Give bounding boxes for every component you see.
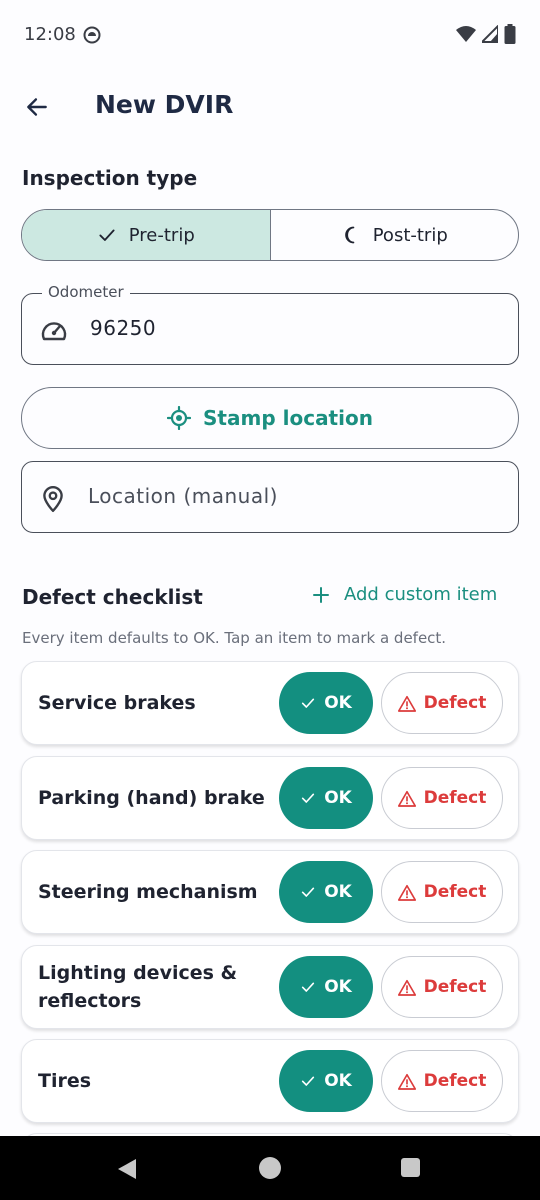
nav-back-icon[interactable]	[117, 1158, 137, 1180]
warning-icon	[397, 979, 416, 996]
ok-label: OK	[324, 977, 352, 997]
checklist-item[interactable]: Parking (hand) brake OK Defect	[21, 756, 519, 840]
defect-button[interactable]: Defect	[381, 767, 503, 829]
checklist-item-label: Tires	[38, 1070, 92, 1092]
system-nav-bar	[0, 1136, 540, 1200]
ok-label: OK	[324, 1071, 352, 1091]
checklist-item[interactable]: Lighting devices & reflectors OK Defect	[21, 945, 519, 1029]
odometer-label: Odometer	[42, 283, 130, 301]
defect-checklist-heading: Defect checklist	[22, 585, 203, 609]
app-notification-icon	[83, 26, 101, 44]
segment-post-trip[interactable]: Post-trip	[271, 210, 519, 260]
add-custom-item-label: Add custom item	[344, 584, 498, 605]
ok-label: OK	[324, 788, 352, 808]
warning-icon	[397, 790, 416, 807]
ok-button[interactable]: OK	[279, 956, 373, 1018]
back-button[interactable]	[14, 84, 60, 130]
checklist-item-label: Lighting devices & reflectors	[38, 962, 238, 1012]
segment-pre-trip-label: Pre-trip	[128, 224, 195, 246]
defect-button[interactable]: Defect	[381, 861, 503, 923]
checklist-item-label: Parking (hand) brake	[38, 787, 265, 809]
stamp-location-button[interactable]: Stamp location	[21, 387, 519, 449]
defect-label: Defect	[423, 977, 487, 997]
speedometer-icon	[41, 322, 67, 341]
ok-button[interactable]: OK	[279, 861, 373, 923]
warning-icon	[397, 695, 416, 712]
inspection-type-selector: Pre-trip Post-trip	[21, 209, 519, 261]
check-icon	[302, 698, 315, 708]
stamp-location-label: Stamp location	[203, 406, 373, 430]
plus-icon	[313, 586, 329, 603]
status-time: 12:08	[24, 24, 76, 45]
location-manual-field[interactable]	[21, 461, 519, 533]
checklist-item-label: Steering mechanism	[38, 881, 258, 903]
defect-label: Defect	[423, 693, 487, 713]
battery-icon	[504, 24, 516, 44]
checklist-item-label: Service brakes	[38, 692, 196, 714]
defect-button[interactable]: Defect	[381, 956, 503, 1018]
arrow-back-icon	[27, 98, 47, 116]
page-title: New DVIR	[95, 90, 234, 119]
status-indicators	[456, 24, 516, 44]
defect-label: Defect	[423, 1071, 487, 1091]
checklist-item[interactable]: Steering mechanism OK Defect	[21, 850, 519, 934]
ok-button[interactable]: OK	[279, 1050, 373, 1112]
segment-pre-trip[interactable]: Pre-trip	[22, 210, 271, 260]
ok-button[interactable]: OK	[279, 767, 373, 829]
warning-icon	[397, 1073, 416, 1090]
nav-recents-icon[interactable]	[401, 1158, 420, 1177]
moon-icon	[344, 226, 355, 244]
check-icon	[302, 887, 315, 897]
add-custom-item-button[interactable]: Add custom item	[312, 584, 497, 605]
checklist-hint: Every item defaults to OK. Tap an item t…	[22, 629, 447, 647]
warning-icon	[397, 884, 416, 901]
gps-target-icon	[167, 406, 192, 430]
odometer-value: 96250	[90, 316, 157, 340]
segment-post-trip-label: Post-trip	[372, 224, 448, 246]
checklist-item[interactable]: Tires OK Defect	[21, 1039, 519, 1123]
defect-button[interactable]: Defect	[381, 672, 503, 734]
checklist-item[interactable]: Service brakes OK Defect	[21, 661, 519, 745]
check-icon	[302, 793, 315, 803]
inspection-type-heading: Inspection type	[22, 166, 198, 190]
ok-label: OK	[324, 882, 352, 902]
defect-label: Defect	[423, 788, 487, 808]
location-manual-input[interactable]	[88, 484, 488, 508]
screen: 12:08 New DVIR Inspection type Pre-trip …	[0, 0, 540, 1200]
odometer-field[interactable]: Odometer 96250	[21, 283, 519, 365]
ok-label: OK	[324, 693, 352, 713]
status-bar: 12:08	[0, 0, 540, 70]
nav-home-icon[interactable]	[259, 1157, 281, 1179]
location-pin-icon	[43, 485, 63, 513]
app-bar: New DVIR	[0, 70, 540, 142]
check-icon	[302, 982, 315, 992]
check-icon	[99, 229, 115, 241]
defect-label: Defect	[423, 882, 487, 902]
check-icon	[302, 1076, 315, 1086]
cell-signal-icon	[482, 25, 498, 43]
ok-button[interactable]: OK	[279, 672, 373, 734]
wifi-icon	[456, 26, 476, 42]
defect-button[interactable]: Defect	[381, 1050, 503, 1112]
